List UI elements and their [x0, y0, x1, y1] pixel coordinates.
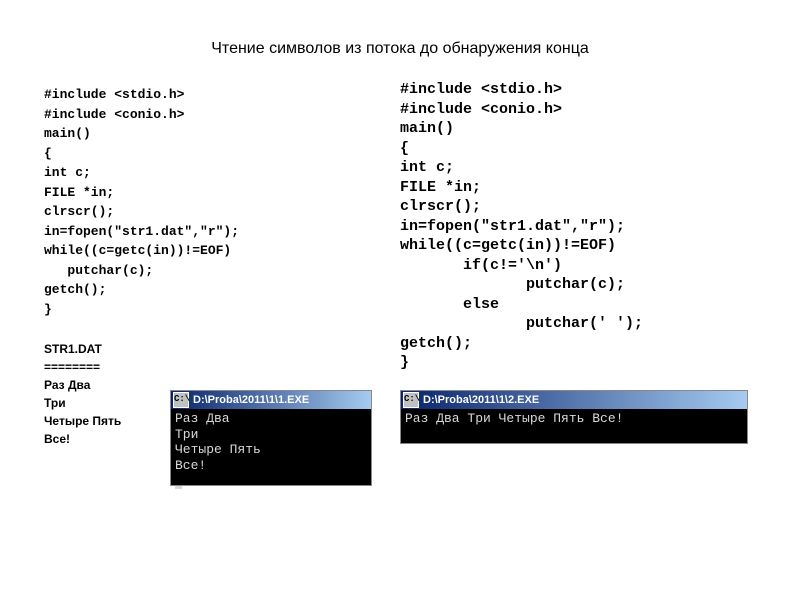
console-title-text: D:\Proba\2011\1\1.EXE [193, 394, 309, 406]
cmd-icon: C:\ [403, 392, 419, 408]
console-output: Раз Два Три Четыре Пять Все! [171, 409, 371, 485]
console-title-text: D:\Proba\2011\1\2.EXE [423, 394, 539, 406]
cmd-icon: C:\ [173, 392, 189, 408]
console-output: Раз Два Три Четыре Пять Все! [401, 409, 747, 443]
console-window-1: C:\ D:\Proba\2011\1\1.EXE Раз Два Три Че… [170, 390, 372, 486]
console-titlebar: C:\ D:\Proba\2011\1\2.EXE [401, 391, 747, 409]
cursor [175, 486, 182, 489]
console-output-text: Раз Два Три Четыре Пять Все! [405, 411, 623, 426]
code-block-left: #include <stdio.h> #include <conio.h> ma… [44, 85, 239, 319]
console-output-text: Раз Два Три Четыре Пять Все! [175, 411, 261, 473]
console-window-2: C:\ D:\Proba\2011\1\2.EXE Раз Два Три Че… [400, 390, 748, 444]
page-title: Чтение символов из потока до обнаружения… [0, 40, 800, 58]
console-titlebar: C:\ D:\Proba\2011\1\1.EXE [171, 391, 371, 409]
code-block-right: #include <stdio.h> #include <conio.h> ma… [400, 80, 643, 373]
str1-data-block: STR1.DAT ======== Раз Два Три Четыре Пят… [44, 340, 121, 448]
